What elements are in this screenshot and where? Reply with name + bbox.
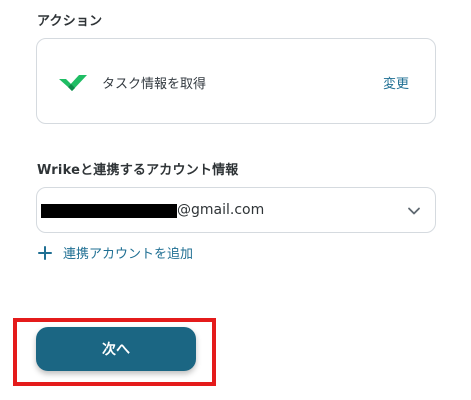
- action-name: タスク情報を取得: [102, 77, 207, 92]
- account-select-value: @gmail.com: [177, 202, 265, 218]
- action-card: タスク情報を取得 変更: [36, 38, 436, 124]
- action-section-label: アクション: [37, 14, 103, 29]
- page: アクション タスク情報を取得 変更 Wrikeと連携するアカウント情報 @gma…: [0, 0, 471, 400]
- next-button[interactable]: 次へ: [36, 327, 196, 371]
- change-action-link[interactable]: 変更: [383, 73, 409, 92]
- redacted-email: [41, 204, 177, 218]
- account-section-label: Wrikeと連携するアカウント情報: [37, 163, 239, 178]
- account-select[interactable]: @gmail.com: [36, 187, 436, 233]
- add-account-link[interactable]: 連携アカウントを追加: [38, 243, 193, 262]
- chevron-down-icon: [408, 207, 420, 215]
- wrike-check-icon: [59, 75, 87, 91]
- plus-icon: [38, 245, 52, 260]
- add-account-label: 連携アカウントを追加: [63, 247, 194, 262]
